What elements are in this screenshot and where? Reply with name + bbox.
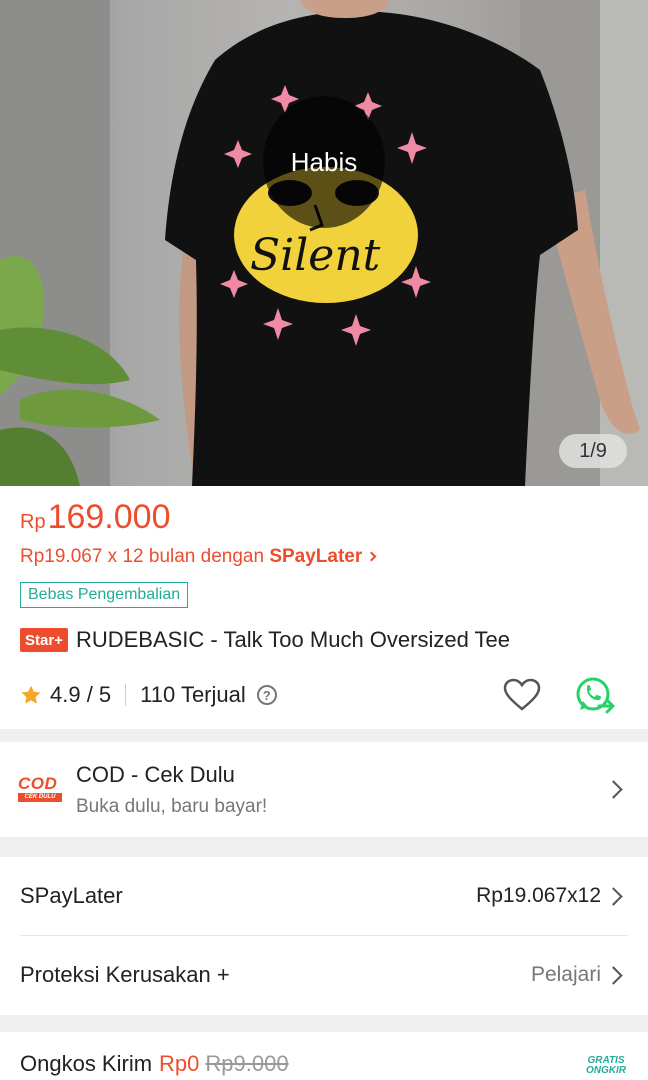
installment-brand: SPayLater xyxy=(269,546,363,567)
product-title-row: Star+ RUDEBASIC - Talk Too Much Oversize… xyxy=(20,627,510,653)
chevron-right-icon xyxy=(604,887,623,906)
free-shipping-badge: GRATIS ONGKIR xyxy=(586,1056,626,1076)
damage-protection-row[interactable]: Proteksi Kerusakan + Pelajari xyxy=(0,936,648,1015)
spaylater-value: Rp19.067x12 xyxy=(476,884,601,907)
shirt-print-text: Silent xyxy=(250,230,381,281)
free-return-tag[interactable]: Bebas Pengembalian xyxy=(20,582,189,608)
image-counter: 1/9 xyxy=(559,434,627,468)
cod-logo-text: COD xyxy=(18,774,58,793)
payment-options: SPayLater Rp19.067x12 Proteksi Kerusakan… xyxy=(0,857,648,1015)
rating-value: 4.9 / 5 xyxy=(50,682,112,707)
spaylater-label: SPayLater xyxy=(20,883,123,908)
cod-logo: COD CEK DULU xyxy=(18,774,62,802)
heart-icon[interactable] xyxy=(503,678,541,712)
cod-logo-subtext: CEK DULU xyxy=(18,793,62,802)
shipping-free-price: Rp0 xyxy=(159,1051,200,1076)
chevron-right-icon xyxy=(604,780,623,799)
divider xyxy=(125,684,127,706)
product-info-card: Rp 169.000 Rp19.067 x 12 bulan dengan SP… xyxy=(0,486,648,729)
cod-title: COD - Cek Dulu xyxy=(76,762,235,787)
shipping-old-price: Rp9.000 xyxy=(205,1051,289,1076)
chevron-right-icon xyxy=(604,966,623,985)
cod-row[interactable]: COD CEK DULU COD - Cek Dulu Buka dulu, b… xyxy=(0,742,648,837)
rating-row: 4.9 / 5 110 Terjual ? xyxy=(20,682,277,708)
star-icon xyxy=(21,685,41,704)
shipping-cost: Ongkos Kirim Rp0 Rp9.000 xyxy=(20,1051,289,1077)
chevron-right-icon xyxy=(366,551,377,562)
help-icon[interactable]: ? xyxy=(256,685,277,705)
sold-out-label: Habis xyxy=(290,146,358,177)
price-currency: Rp xyxy=(20,511,46,533)
shipping-row[interactable]: Ongkos Kirim Rp0 Rp9.000 GRATIS ONGKIR xyxy=(0,1032,648,1080)
product-title: RUDEBASIC - Talk Too Much Oversized Tee xyxy=(75,627,511,652)
shipping-label: Ongkos Kirim xyxy=(20,1051,153,1076)
cod-subtitle: Buka dulu, baru bayar! xyxy=(76,796,268,817)
price-amount: 169.000 xyxy=(47,498,171,536)
star-plus-badge: Star+ xyxy=(20,628,68,652)
product-price: Rp 169.000 xyxy=(20,498,170,537)
product-image-carousel[interactable]: Silent Habis 1/9 xyxy=(0,0,648,486)
sold-out-overlay: Habis xyxy=(263,96,385,228)
product-photo: Silent xyxy=(0,0,648,486)
sold-count: 110 Terjual xyxy=(140,682,246,707)
whatsapp-share-icon[interactable] xyxy=(575,676,617,716)
damage-protection-label: Proteksi Kerusakan + xyxy=(20,962,230,987)
installment-link[interactable]: Rp19.067 x 12 bulan dengan SPayLater xyxy=(20,546,377,568)
free-shipping-badge-line2: ONGKIR xyxy=(586,1065,626,1076)
spaylater-row[interactable]: SPayLater Rp19.067x12 xyxy=(0,857,648,936)
installment-text: Rp19.067 x 12 bulan dengan xyxy=(20,546,270,567)
learn-more-link[interactable]: Pelajari xyxy=(531,963,601,987)
